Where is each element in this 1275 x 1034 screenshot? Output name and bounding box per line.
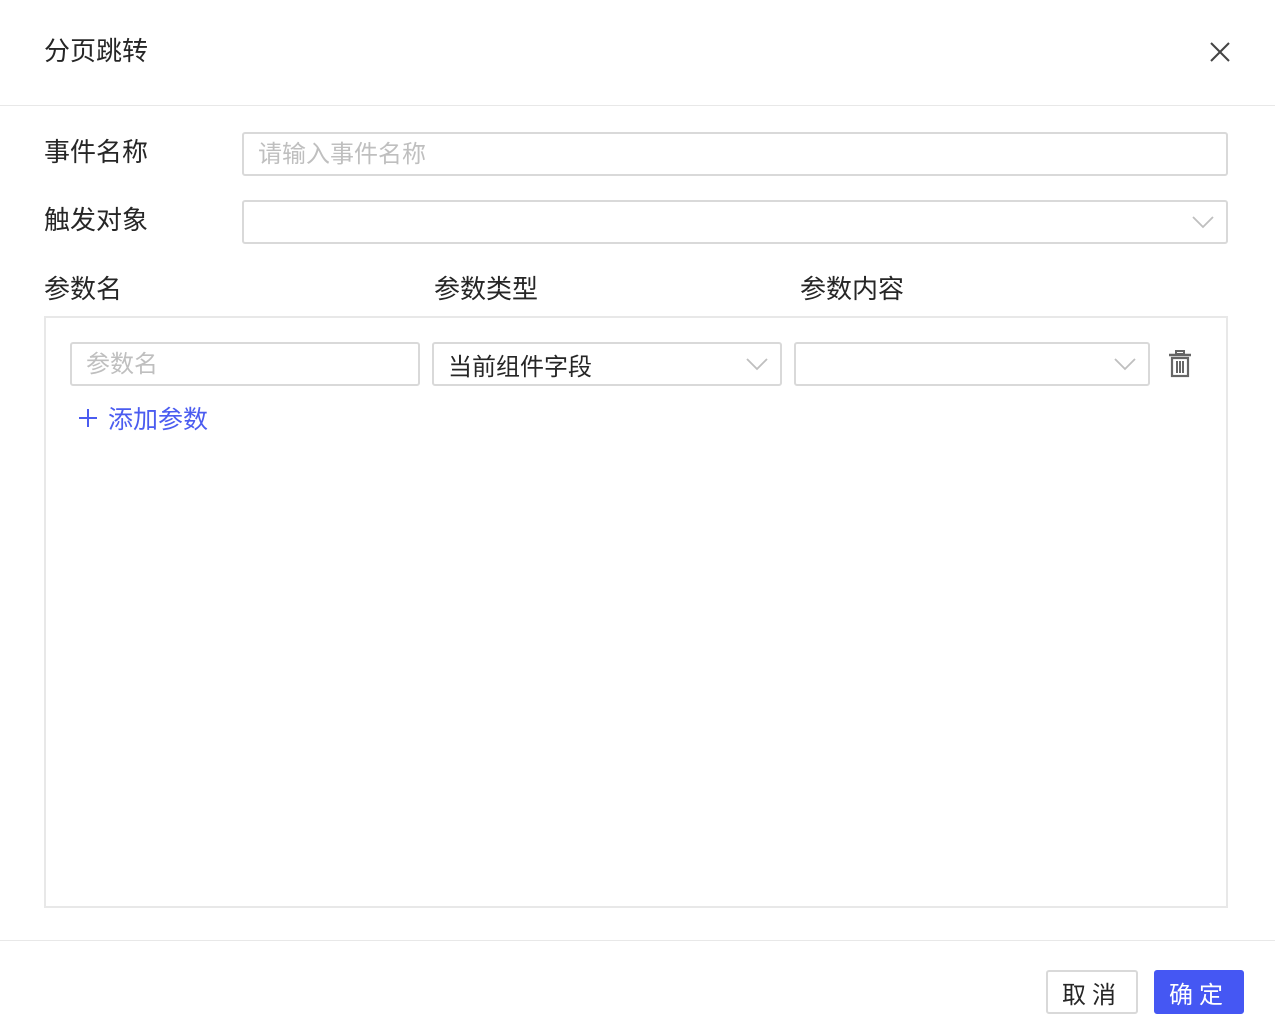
cancel-button[interactable]: 取消: [1046, 970, 1138, 1014]
chevron-down-icon: [746, 358, 768, 371]
dialog-title: 分页跳转: [44, 37, 149, 67]
params-panel: [44, 316, 1228, 908]
chevron-down-icon: [1114, 358, 1136, 371]
param-type-column-header: 参数类型: [434, 275, 539, 305]
close-button[interactable]: [1204, 36, 1236, 68]
trash-icon: [1169, 350, 1191, 378]
confirm-button[interactable]: 确定: [1154, 970, 1244, 1014]
param-name-input[interactable]: [70, 342, 420, 386]
add-param-label: 添加参数: [108, 405, 209, 434]
trigger-target-select[interactable]: [242, 200, 1228, 244]
plus-icon: [79, 409, 97, 427]
param-name-column-header: 参数名: [44, 275, 123, 305]
chevron-down-icon: [1192, 216, 1214, 229]
param-type-value: 当前组件字段: [448, 352, 592, 381]
add-param-button[interactable]: 添加参数: [78, 400, 208, 436]
page-jump-dialog: 分页跳转 事件名称 触发对象 参数名 参数类型 参数内容 当前组件字段: [0, 0, 1275, 1034]
close-icon: [1210, 42, 1230, 62]
delete-param-button[interactable]: [1167, 350, 1193, 378]
param-type-select[interactable]: 当前组件字段: [432, 342, 782, 386]
param-content-select[interactable]: [794, 342, 1150, 386]
dialog-header: 分页跳转: [0, 0, 1275, 106]
event-name-label: 事件名称: [44, 138, 149, 168]
event-name-input[interactable]: [242, 132, 1228, 176]
trigger-target-label: 触发对象: [44, 206, 149, 236]
param-content-column-header: 参数内容: [800, 275, 905, 305]
